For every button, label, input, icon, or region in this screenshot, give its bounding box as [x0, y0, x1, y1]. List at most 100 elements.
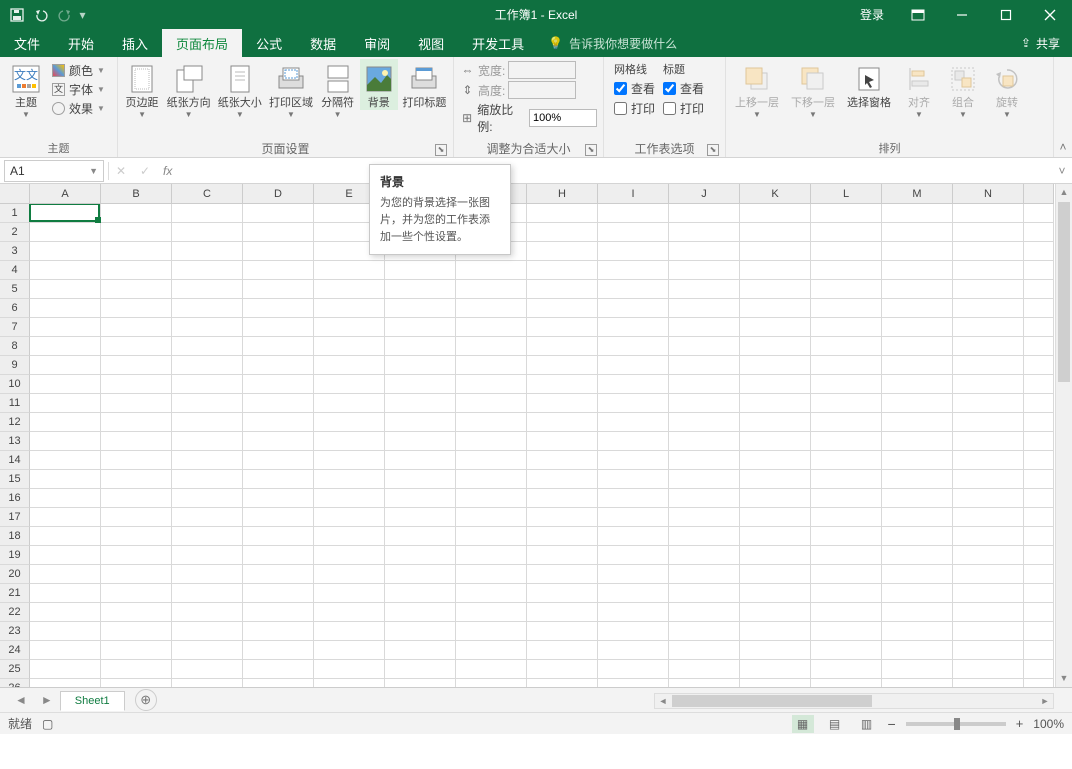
page-layout-view-button[interactable]: ▤: [824, 715, 846, 733]
row-header[interactable]: 8: [0, 337, 30, 356]
scale-width[interactable]: ⇔宽度:: [460, 61, 597, 79]
signin-link[interactable]: 登录: [848, 6, 896, 23]
row-header[interactable]: 11: [0, 394, 30, 413]
tab-insert[interactable]: 插入: [108, 29, 162, 57]
bring-forward-button[interactable]: 上移一层▼: [730, 59, 784, 119]
tab-view[interactable]: 视图: [404, 29, 458, 57]
breaks-button[interactable]: 分隔符▼: [318, 59, 358, 119]
column-header[interactable]: C: [172, 184, 243, 204]
scroll-down-arrow[interactable]: ▼: [1056, 670, 1072, 687]
macro-record-icon[interactable]: ▢: [42, 717, 53, 731]
column-header[interactable]: J: [669, 184, 740, 204]
column-header[interactable]: H: [527, 184, 598, 204]
maximize-button[interactable]: [984, 0, 1028, 29]
tab-formulas[interactable]: 公式: [242, 29, 296, 57]
rotate-button[interactable]: 旋转▼: [986, 59, 1028, 119]
column-header[interactable]: N: [953, 184, 1024, 204]
row-header[interactable]: 24: [0, 641, 30, 660]
fx-icon[interactable]: fx: [157, 164, 178, 178]
sheet-nav-next[interactable]: ►: [34, 693, 60, 707]
formula-input[interactable]: [178, 160, 1052, 182]
effects-button[interactable]: 效果 ▼: [52, 100, 105, 117]
scale-launcher[interactable]: ⬊: [585, 144, 597, 156]
tab-review[interactable]: 审阅: [350, 29, 404, 57]
share-button[interactable]: ⇪共享: [1009, 29, 1072, 57]
tab-developer[interactable]: 开发工具: [458, 29, 538, 57]
vertical-scrollbar[interactable]: ▲ ▼: [1055, 184, 1072, 687]
row-header[interactable]: 9: [0, 356, 30, 375]
new-sheet-button[interactable]: ⊕: [135, 689, 157, 711]
sheet-nav-prev[interactable]: ◄: [8, 693, 34, 707]
gridlines-print-check[interactable]: 打印: [614, 100, 655, 117]
collapse-ribbon[interactable]: ˄: [1054, 57, 1072, 157]
hscroll-thumb[interactable]: [672, 695, 872, 707]
orientation-button[interactable]: 纸张方向▼: [164, 59, 213, 119]
normal-view-button[interactable]: ▦: [792, 715, 814, 733]
page-setup-launcher[interactable]: ⬊: [435, 144, 447, 156]
vscroll-thumb[interactable]: [1058, 202, 1070, 382]
row-header[interactable]: 25: [0, 660, 30, 679]
row-header[interactable]: 17: [0, 508, 30, 527]
row-header[interactable]: 6: [0, 299, 30, 318]
row-header[interactable]: 2: [0, 223, 30, 242]
row-header[interactable]: 12: [0, 413, 30, 432]
row-header[interactable]: 21: [0, 584, 30, 603]
undo-button[interactable]: [30, 4, 52, 26]
sheetopts-launcher[interactable]: ⬊: [707, 144, 719, 156]
headings-view-check[interactable]: 查看: [663, 80, 704, 97]
row-header[interactable]: 26: [0, 679, 30, 687]
page-break-view-button[interactable]: ▥: [856, 715, 878, 733]
sheet-tab[interactable]: Sheet1: [60, 691, 125, 711]
column-header[interactable]: L: [811, 184, 882, 204]
size-button[interactable]: 纸张大小▼: [215, 59, 264, 119]
send-backward-button[interactable]: 下移一层▼: [786, 59, 840, 119]
tab-page-layout[interactable]: 页面布局: [162, 29, 242, 57]
column-header[interactable]: K: [740, 184, 811, 204]
scale-ratio[interactable]: ⊞缩放比例:: [460, 101, 597, 135]
zoom-out[interactable]: −: [888, 716, 896, 732]
row-header[interactable]: 7: [0, 318, 30, 337]
print-titles-button[interactable]: 打印标题: [400, 59, 449, 110]
align-button[interactable]: 对齐▼: [898, 59, 940, 119]
minimize-button[interactable]: [940, 0, 984, 29]
row-header[interactable]: 20: [0, 565, 30, 584]
colors-button[interactable]: 颜色 ▼: [52, 62, 105, 79]
column-header[interactable]: I: [598, 184, 669, 204]
row-header[interactable]: 1: [0, 204, 30, 223]
headings-print-check[interactable]: 打印: [663, 100, 704, 117]
close-button[interactable]: [1028, 0, 1072, 29]
column-header[interactable]: A: [30, 184, 101, 204]
name-box[interactable]: A1▼: [4, 160, 104, 182]
row-header[interactable]: 16: [0, 489, 30, 508]
tab-data[interactable]: 数据: [296, 29, 350, 57]
row-header[interactable]: 10: [0, 375, 30, 394]
print-area-button[interactable]: 打印区域▼: [266, 59, 315, 119]
zoom-in[interactable]: +: [1016, 716, 1024, 731]
zoom-slider[interactable]: [906, 722, 1006, 726]
scroll-right-arrow[interactable]: ►: [1037, 694, 1053, 708]
tell-me[interactable]: 💡告诉我你想要做什么: [538, 29, 687, 57]
margins-button[interactable]: 页边距▼: [122, 59, 162, 119]
row-header[interactable]: 13: [0, 432, 30, 451]
selection-pane-button[interactable]: 选择窗格: [842, 59, 896, 110]
fonts-button[interactable]: 文字体 ▼: [52, 81, 105, 98]
row-header[interactable]: 19: [0, 546, 30, 565]
scroll-up-arrow[interactable]: ▲: [1056, 184, 1072, 201]
row-header[interactable]: 22: [0, 603, 30, 622]
row-header[interactable]: 5: [0, 280, 30, 299]
row-header[interactable]: 4: [0, 261, 30, 280]
grid-cells[interactable]: [30, 204, 1054, 687]
row-header[interactable]: 14: [0, 451, 30, 470]
qat-customize[interactable]: ▾: [78, 8, 87, 22]
row-header[interactable]: 23: [0, 622, 30, 641]
row-header[interactable]: 18: [0, 527, 30, 546]
column-header[interactable]: M: [882, 184, 953, 204]
expand-formula-bar[interactable]: ˅: [1052, 164, 1072, 178]
row-header[interactable]: 3: [0, 242, 30, 261]
column-header[interactable]: D: [243, 184, 314, 204]
tab-file[interactable]: 文件: [0, 29, 54, 57]
ribbon-display-options[interactable]: [896, 0, 940, 29]
select-all-corner[interactable]: [0, 184, 30, 204]
themes-button[interactable]: 文文 主题▼: [4, 59, 48, 119]
tab-home[interactable]: 开始: [54, 29, 108, 57]
